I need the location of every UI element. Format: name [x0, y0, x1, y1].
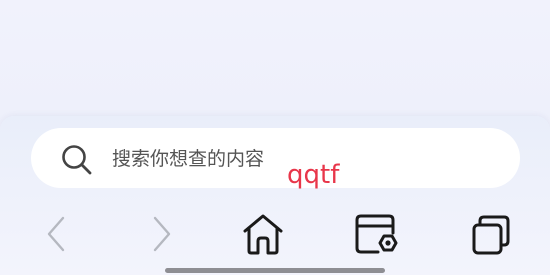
calendar-settings-icon	[355, 214, 398, 254]
search-bar[interactable]	[31, 128, 520, 188]
home-indicator[interactable]	[165, 268, 385, 273]
home-icon	[243, 214, 283, 255]
tabs-button[interactable]	[466, 211, 516, 259]
search-input-placeholder[interactable]: 搜索你想查的内容	[112, 145, 264, 173]
chevron-left-icon	[47, 216, 65, 252]
overlay-text: qqtf	[287, 160, 340, 190]
page-background	[0, 0, 550, 116]
tabs-icon	[472, 215, 510, 255]
home-button[interactable]	[239, 211, 287, 257]
back-button[interactable]	[38, 212, 78, 256]
tasks-button[interactable]	[350, 209, 402, 259]
search-icon	[62, 145, 92, 175]
chevron-right-icon	[153, 216, 171, 252]
forward-button[interactable]	[142, 212, 182, 256]
